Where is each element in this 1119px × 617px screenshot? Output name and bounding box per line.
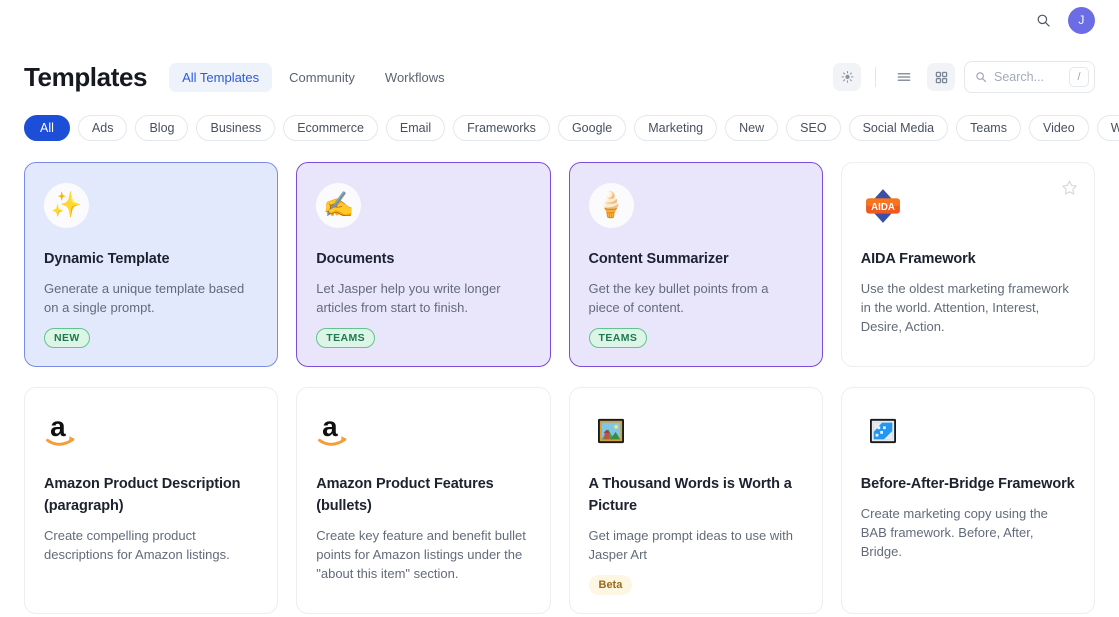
tab-community[interactable]: Community	[276, 63, 368, 92]
search-input[interactable]	[994, 70, 1062, 84]
search-icon[interactable]	[1032, 9, 1054, 31]
lightbulb-icon[interactable]	[833, 63, 861, 91]
grid-view-icon[interactable]	[927, 63, 955, 91]
search-input-icon	[975, 71, 987, 83]
category-pill-ecommerce[interactable]: Ecommerce	[283, 115, 378, 141]
category-pill-google[interactable]: Google	[558, 115, 626, 141]
card-title: Before-After-Bridge Framework	[861, 474, 1075, 496]
card-description: Use the oldest marketing framework in th…	[861, 279, 1075, 337]
category-pill-email[interactable]: Email	[386, 115, 445, 141]
category-pill-frameworks[interactable]: Frameworks	[453, 115, 550, 141]
template-card[interactable]: ✨ Dynamic Template Generate a unique tem…	[24, 162, 278, 367]
card-description: Generate a unique template based on a si…	[44, 279, 258, 317]
toolbar-divider	[875, 67, 876, 87]
svg-text:a: a	[322, 411, 338, 442]
favorite-star-icon[interactable]	[1061, 179, 1078, 196]
writing-hand-icon: ✍️	[316, 183, 361, 228]
status-badge: NEW	[44, 328, 90, 348]
card-title: Documents	[316, 249, 530, 271]
card-description: Get image prompt ideas to use with Jaspe…	[589, 526, 803, 564]
card-description: Create key feature and benefit bullet po…	[316, 526, 530, 584]
category-pill-social-media[interactable]: Social Media	[849, 115, 949, 141]
page-header: Templates All Templates Community Workfl…	[0, 40, 1119, 98]
category-pill-marketing[interactable]: Marketing	[634, 115, 717, 141]
card-title: Amazon Product Description (paragraph)	[44, 474, 258, 518]
framed-picture-icon	[589, 408, 634, 453]
category-pill-website[interactable]: Website	[1097, 115, 1119, 141]
category-pill-business[interactable]: Business	[196, 115, 275, 141]
template-card[interactable]: ✍️ Documents Let Jasper help you write l…	[296, 162, 550, 367]
aida-logo-icon: AIDA	[861, 183, 906, 228]
list-view-icon[interactable]	[890, 63, 918, 91]
soft-ice-cream-icon: 🍦	[589, 183, 634, 228]
category-pill-video[interactable]: Video	[1029, 115, 1089, 141]
card-title: Dynamic Template	[44, 249, 258, 271]
header-toolbar: /	[833, 61, 1095, 93]
svg-text:AIDA: AIDA	[871, 201, 895, 212]
card-title: Content Summarizer	[589, 249, 803, 271]
category-filter-bar: All Ads Blog Business Ecommerce Email Fr…	[0, 98, 1119, 141]
category-pill-all[interactable]: All	[24, 115, 70, 141]
category-pill-teams[interactable]: Teams	[956, 115, 1021, 141]
card-description: Create compelling product descriptions f…	[44, 526, 258, 564]
template-card[interactable]: a Amazon Product Features (bullets) Crea…	[296, 387, 550, 614]
avatar[interactable]: J	[1068, 7, 1095, 34]
card-title: A Thousand Words is Worth a Picture	[589, 474, 803, 518]
category-pill-new[interactable]: New	[725, 115, 778, 141]
card-title: AIDA Framework	[861, 249, 1075, 271]
sparkles-icon: ✨	[44, 183, 89, 228]
nav-tabs: All Templates Community Workflows	[169, 63, 458, 92]
card-description: Get the key bullet points from a piece o…	[589, 279, 803, 317]
framed-picture-blue-icon	[861, 408, 906, 453]
tab-workflows[interactable]: Workflows	[372, 63, 458, 92]
card-description: Create marketing copy using the BAB fram…	[861, 504, 1075, 562]
tab-all-templates[interactable]: All Templates	[169, 63, 272, 92]
category-pill-blog[interactable]: Blog	[135, 115, 188, 141]
category-pill-ads[interactable]: Ads	[78, 115, 128, 141]
status-badge: Beta	[589, 575, 633, 595]
template-card[interactable]: 🍦 Content Summarizer Get the key bullet …	[569, 162, 823, 367]
category-pill-seo[interactable]: SEO	[786, 115, 840, 141]
amazon-logo-icon: a	[316, 408, 361, 453]
template-card[interactable]: A Thousand Words is Worth a Picture Get …	[569, 387, 823, 614]
template-card-grid: ✨ Dynamic Template Generate a unique tem…	[0, 141, 1119, 617]
search-shortcut-badge: /	[1069, 67, 1089, 87]
page-title: Templates	[24, 62, 147, 93]
template-card[interactable]: Before-After-Bridge Framework Create mar…	[841, 387, 1095, 614]
card-description: Let Jasper help you write longer article…	[316, 279, 530, 317]
template-card[interactable]: a Amazon Product Description (paragraph)…	[24, 387, 278, 614]
status-badge: TEAMS	[589, 328, 648, 348]
amazon-logo-icon: a	[44, 408, 89, 453]
status-badge: TEAMS	[316, 328, 375, 348]
card-title: Amazon Product Features (bullets)	[316, 474, 530, 518]
search-box[interactable]: /	[964, 61, 1095, 93]
svg-text:a: a	[50, 411, 66, 442]
template-card[interactable]: AIDA AIDA Framework Use the oldest marke…	[841, 162, 1095, 367]
top-bar: J	[0, 0, 1119, 40]
